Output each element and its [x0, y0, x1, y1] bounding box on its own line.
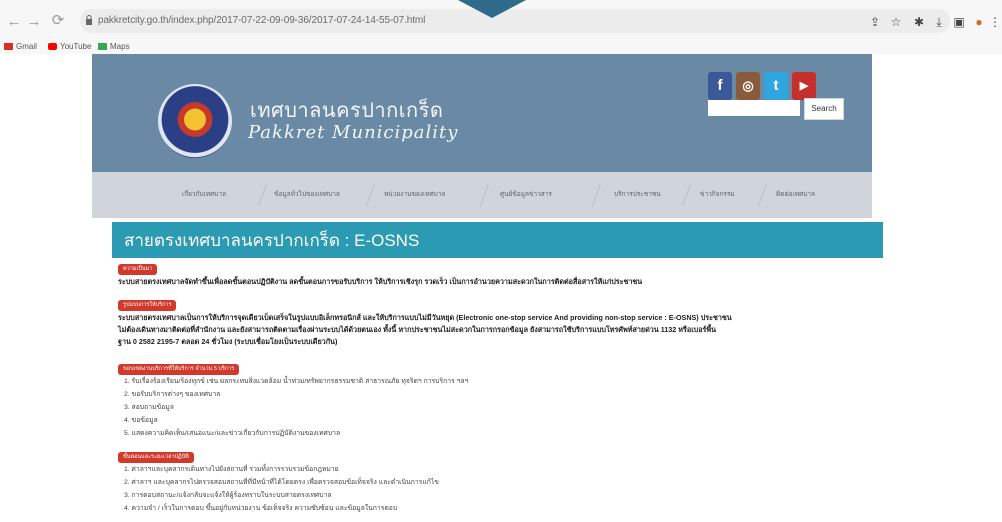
section-tag: ความเป็นมา — [118, 264, 158, 275]
list-item: 4. ขอข้อมูล — [124, 417, 158, 424]
list-item: 1. รับเรื่องร้องเรียน/ร้องทุกข์ เช่น ผลก… — [124, 378, 469, 385]
site-header: เทศบาลนครปากเกร็ด Pakkret Municipality f… — [92, 54, 872, 172]
extension-icon[interactable]: ✱ — [912, 15, 926, 29]
list-item: 2. ขอรับบริการต่างๆ ของเทศบาล — [124, 391, 221, 398]
main-menu: เกี่ยวกับเทศบาล ข้อมูลทั่วไปของเทศบาล หน… — [92, 172, 872, 218]
paragraph: ระบบสายตรงเทศบาลเป็นการให้บริการจุดเดียว… — [118, 313, 732, 322]
youtube-icon[interactable]: ▶ — [792, 72, 816, 100]
site-title-english: Pakkret Municipality — [248, 122, 459, 143]
page-title-banner: สายตรงเทศบาลนครปากเกร็ด : E-OSNS — [112, 222, 883, 258]
section-tag: รูปแบบการให้บริการ — [118, 300, 177, 311]
menu-separator — [365, 184, 376, 206]
menu-separator — [591, 184, 602, 206]
download-icon[interactable]: ⤓ — [932, 15, 946, 29]
list-item: 4. ความจำ / เร็วในการตอบ ขึ้นอยู่กับหน่ว… — [124, 505, 398, 512]
menu-item-about[interactable]: เกี่ยวกับเทศบาล — [182, 172, 226, 218]
menu-item-departments[interactable]: หน่วยงานของเทศบาล — [384, 172, 445, 218]
search-button[interactable]: Search — [804, 98, 844, 120]
menu-item-activities[interactable]: ข่าวกิจกรรม — [700, 172, 735, 218]
bookmark-star-icon[interactable]: ☆ — [889, 15, 903, 29]
paragraph: ฐาน 0 2582 2195-7 ตลอด 24 ชั่วโมง (ระบบเ… — [118, 337, 338, 346]
back-icon[interactable]: ← — [6, 14, 22, 30]
list-item: 2. ศาลาฯ และบุคลากรไปตรวจสอบสถานที่ที่มี… — [124, 479, 439, 486]
paragraph: ไม่ต้องเดินทางมาติดต่อที่สำนักงาน และยัง… — [118, 325, 717, 334]
bookmark-maps[interactable]: Maps — [98, 40, 130, 54]
menu-item-general-info[interactable]: ข้อมูลทั่วไปของเทศบาล — [274, 172, 340, 218]
share-icon[interactable]: ⇪ — [868, 15, 882, 29]
page-title: สายตรงเทศบาลนครปากเกร็ด : E-OSNS — [124, 231, 420, 250]
menu-item-contact[interactable]: ติดต่อเทศบาล — [776, 172, 815, 218]
browser-chrome: ← → ⟳ pakkretcity.go.th/index.php/2017-0… — [0, 0, 1002, 54]
section-tag: ขั้นตอนและระยะเวลาปฏิบัติ — [118, 452, 194, 463]
url-text: pakkretcity.go.th/index.php/2017-07-22-0… — [98, 15, 426, 26]
instagram-icon[interactable]: ◎ — [736, 72, 760, 100]
menu-separator — [757, 184, 768, 206]
callout-pointer — [458, 0, 526, 18]
profile-icon[interactable]: ● — [972, 15, 986, 29]
reload-icon[interactable]: ⟳ — [50, 13, 66, 29]
section-tag: ขอบเขตงานบริการที่ให้บริการ จำนวน 5 บริก… — [118, 364, 240, 375]
municipality-seal-logo[interactable] — [158, 84, 232, 158]
bookmark-youtube[interactable]: YouTube — [48, 40, 91, 54]
menu-separator — [681, 184, 692, 206]
forward-icon[interactable]: → — [26, 14, 42, 30]
menu-separator — [257, 184, 268, 206]
main-content: สายตรงเทศบาลนครปากเกร็ด : E-OSNS ความเป็… — [112, 220, 883, 522]
maps-icon — [98, 43, 107, 51]
menu-separator — [479, 184, 490, 206]
gmail-icon — [4, 43, 13, 51]
menu-kebab-icon[interactable]: ⋮ — [988, 15, 1002, 29]
list-item: 3. สอบถามข้อมูล — [124, 404, 174, 411]
paragraph: ระบบสายตรงเทศบาลจัดทำขึ้นเพื่อลดขั้นตอนป… — [118, 277, 643, 286]
menu-item-info-center[interactable]: ศูนย์ข้อมูลข่าวสาร — [500, 172, 552, 218]
lock-icon — [86, 15, 92, 25]
list-item: 3. การตอบสถานะ/แจ้งกลับจะแจ้งให้ผู้ร้องท… — [124, 492, 332, 499]
sidepanel-icon[interactable]: ▣ — [952, 15, 966, 29]
list-item: 1. ศาลาฯและบุคลากรเดินทางไปยังสถานที่ ร่… — [124, 466, 339, 473]
search-input[interactable] — [708, 100, 800, 116]
facebook-icon[interactable]: f — [708, 72, 732, 100]
bookmark-gmail[interactable]: Gmail — [4, 40, 37, 54]
youtube-icon — [48, 43, 57, 51]
list-item: 5. แสดงความคิดเห็น/เสนอแนะ/และข่าวเกี่ยว… — [124, 430, 341, 437]
bookmarks-bar: Gmail YouTube Maps — [0, 40, 1002, 54]
twitter-icon[interactable]: t — [764, 72, 788, 100]
menu-item-public-services[interactable]: บริการประชาชน — [614, 172, 661, 218]
